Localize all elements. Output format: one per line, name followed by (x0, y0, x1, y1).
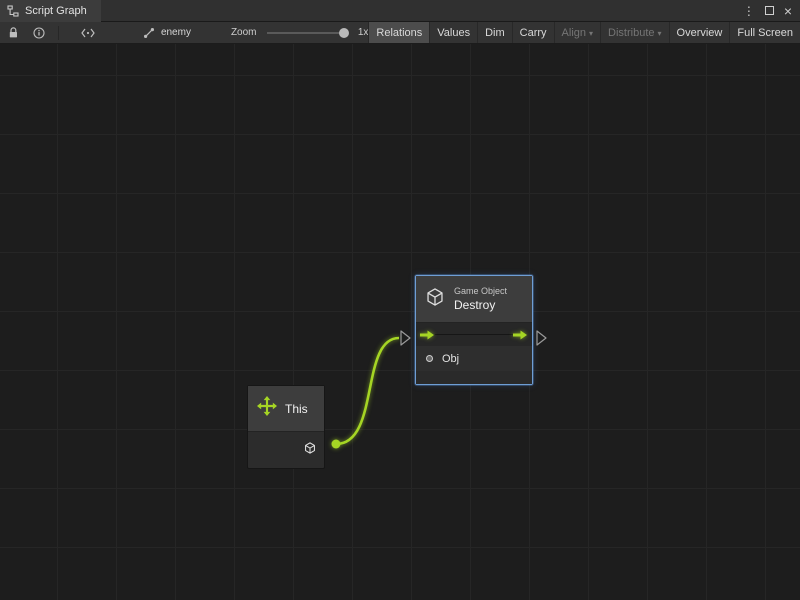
this-output-cube-icon[interactable] (303, 441, 317, 460)
graph-canvas[interactable]: Game Object Destroy Obj (0, 44, 800, 600)
toolbar-separator (58, 26, 59, 40)
align-label: Align (562, 27, 586, 39)
destroy-node-subtitle: Game Object (454, 286, 507, 296)
destroy-flow-row (416, 323, 532, 346)
zoom-value: 1x (358, 27, 369, 38)
lock-icon[interactable] (8, 27, 19, 39)
obj-port-label: Obj (442, 353, 459, 365)
carry-label: Carry (520, 27, 547, 39)
tab-title: Script Graph (25, 5, 87, 17)
menu-kebab-icon[interactable]: ⋮ (743, 5, 755, 17)
info-icon[interactable] (33, 27, 45, 39)
maximize-icon[interactable] (765, 6, 774, 15)
destroy-node[interactable]: Game Object Destroy Obj (415, 275, 533, 385)
relations-button[interactable]: Relations (368, 22, 429, 43)
this-output-port (332, 440, 341, 449)
insert-unit-icon[interactable] (81, 28, 95, 38)
obj-port-dot-icon[interactable] (426, 355, 433, 362)
this-node-title: This (285, 402, 308, 416)
flow-input-arrow-icon[interactable] (420, 329, 435, 341)
values-label: Values (437, 27, 470, 39)
values-button[interactable]: Values (429, 22, 477, 43)
carry-button[interactable]: Carry (512, 22, 554, 43)
destroy-node-header[interactable]: Game Object Destroy (416, 276, 532, 323)
flow-input-triangle (401, 331, 410, 345)
zoom-slider-handle[interactable] (339, 28, 349, 38)
titlebar: Script Graph ⋮ × (0, 0, 800, 22)
flow-relation-line (435, 334, 513, 335)
zoom-label: Zoom (231, 27, 257, 38)
script-graph-icon (7, 5, 19, 17)
full-screen-button[interactable]: Full Screen (729, 22, 800, 43)
graph-name-label: enemy (161, 27, 191, 38)
chevron-down-icon: ▾ (589, 29, 593, 38)
full-screen-label: Full Screen (737, 27, 793, 39)
connection-wire (336, 338, 399, 444)
game-object-cube-icon (424, 286, 446, 313)
script-graph-window: Script Graph ⋮ × (0, 0, 800, 600)
destroy-node-title: Destroy (454, 298, 507, 312)
zoom-slider[interactable] (267, 32, 347, 34)
obj-port-row[interactable]: Obj (416, 346, 532, 371)
destroy-node-footer (416, 371, 532, 384)
this-node-header[interactable]: This (248, 386, 324, 432)
overview-button[interactable]: Overview (669, 22, 730, 43)
flow-output-arrow-icon[interactable] (513, 329, 528, 341)
chevron-down-icon: ▾ (658, 29, 662, 38)
overview-label: Overview (677, 27, 723, 39)
toolbar-buttons: Relations Values Dim Carry Align ▾ Distr… (368, 22, 800, 43)
distribute-dropdown[interactable]: Distribute ▾ (600, 22, 668, 43)
dim-button[interactable]: Dim (477, 22, 512, 43)
flow-output-triangle (537, 331, 546, 345)
relations-label: Relations (376, 27, 422, 39)
dim-label: Dim (485, 27, 505, 39)
graph-toolbar: enemy Zoom 1x Relations Values Dim Carry… (0, 22, 800, 44)
tab-script-graph[interactable]: Script Graph (0, 0, 101, 22)
close-icon[interactable]: × (784, 4, 792, 18)
window-controls: ⋮ × (743, 4, 800, 18)
connection-layer (0, 44, 800, 600)
distribute-label: Distribute (608, 27, 654, 39)
graph-icon (143, 27, 155, 39)
this-node-body (248, 432, 324, 468)
align-dropdown[interactable]: Align ▾ (554, 22, 600, 43)
this-move-arrows-icon (257, 396, 277, 421)
this-node[interactable]: This (247, 385, 325, 469)
